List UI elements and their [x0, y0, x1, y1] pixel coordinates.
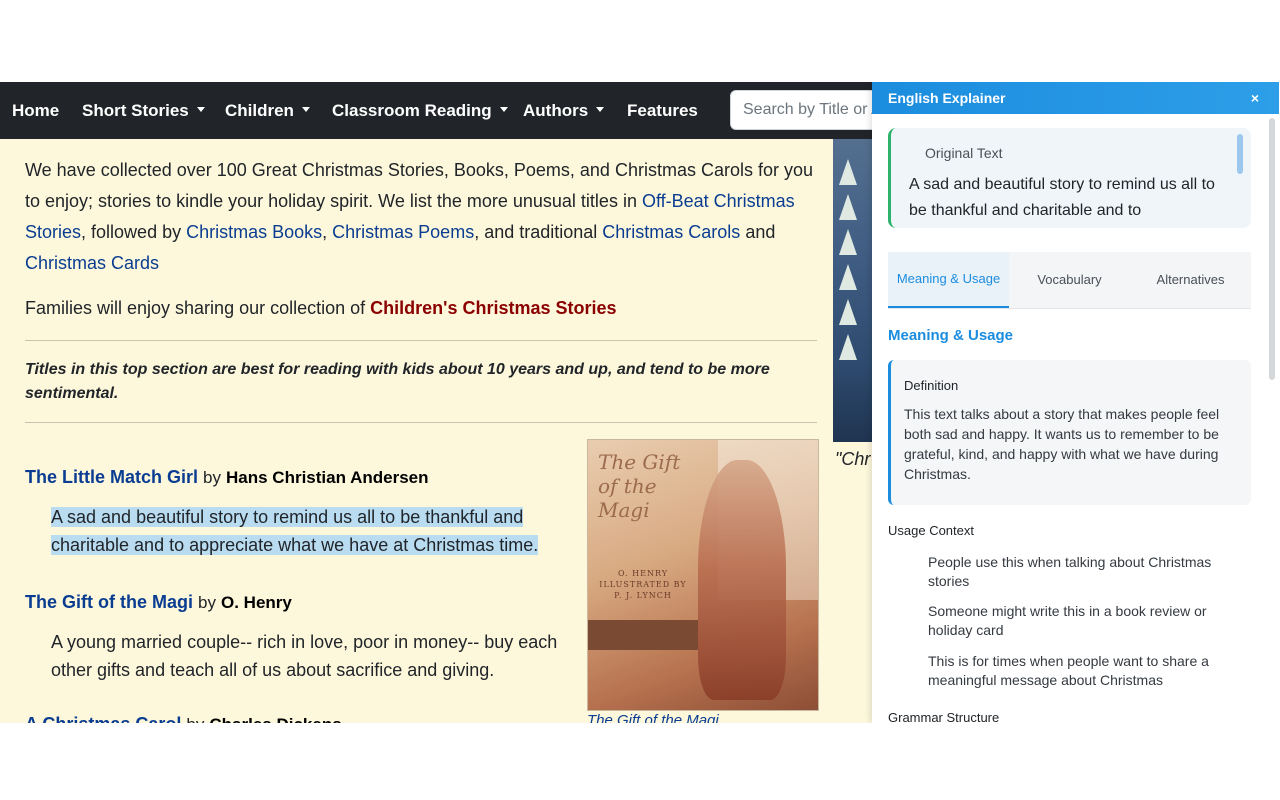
- cover-illustrated-by: ILLUSTRATED BY: [599, 580, 687, 589]
- chevron-down-icon: [596, 107, 605, 113]
- panel-header: English Explainer ×: [872, 82, 1279, 114]
- tree-shape: [839, 264, 857, 290]
- by-label: by: [203, 468, 221, 487]
- original-text-card: Original Text A sad and beautiful story …: [888, 128, 1251, 228]
- tab-vocabulary[interactable]: Vocabulary: [1009, 252, 1130, 308]
- story-description: A sad and beautiful story to remind us a…: [51, 503, 581, 559]
- cover-illustrator: P. J. LYNCH: [614, 591, 672, 600]
- story-description: A young married couple-- rich in love, p…: [51, 632, 558, 680]
- highlighted-selection[interactable]: A sad and beautiful story to remind us a…: [51, 507, 539, 555]
- english-explainer-panel: English Explainer × Original Text A sad …: [872, 82, 1280, 723]
- usage-context-label: Usage Context: [888, 523, 974, 538]
- cover-author: O. HENRY ILLUSTRATED BY P. J. LYNCH: [598, 568, 688, 601]
- story-heading: The Gift of the Magi by O. Henry: [25, 592, 292, 613]
- intro-text: ,: [322, 222, 333, 242]
- cover-author-name: O. HENRY: [617, 569, 669, 578]
- close-icon[interactable]: ×: [1251, 82, 1259, 115]
- nav-classroom-reading[interactable]: Classroom Reading: [332, 82, 508, 139]
- usage-item: Someone might write this in a book revie…: [928, 603, 1207, 638]
- panel-scrollbar[interactable]: [1269, 118, 1275, 380]
- tree-caption: "Chr: [835, 449, 871, 469]
- usage-item: This is for times when people want to sh…: [928, 653, 1209, 688]
- cover-caption[interactable]: The Gift of the Magi: [587, 712, 719, 723]
- nav-short-stories[interactable]: Short Stories: [82, 82, 205, 139]
- top-navbar: Home Short Stories Children Classroom Re…: [0, 82, 890, 139]
- tree-shape: [839, 334, 857, 360]
- nav-features[interactable]: Features: [627, 82, 698, 139]
- definition-text: This text talks about a story that makes…: [904, 406, 1220, 482]
- tree-shape: [839, 159, 857, 185]
- section-title: Meaning & Usage: [888, 327, 1014, 344]
- grammar-structure-label: Grammar Structure: [888, 710, 1000, 723]
- divider: [25, 340, 817, 341]
- tab-bar: Meaning & Usage Vocabulary Alternatives: [888, 252, 1251, 309]
- christmas-tree-image: [833, 139, 872, 442]
- families-text: Families will enjoy sharing our collecti…: [25, 298, 371, 318]
- definition-label: Definition: [904, 378, 959, 393]
- intro-text: and: [740, 222, 776, 242]
- nav-children-label: Children: [225, 101, 294, 120]
- story-author: Charles Dickens: [209, 715, 341, 723]
- tree-shape: [839, 229, 857, 255]
- tab-alternatives[interactable]: Alternatives: [1130, 252, 1251, 308]
- panel-title: English Explainer: [888, 90, 1006, 106]
- nav-short-stories-label: Short Stories: [82, 101, 189, 120]
- nav-features-label: Features: [627, 101, 698, 120]
- story-title-link[interactable]: The Little Match Girl: [25, 467, 198, 487]
- tree-shape: [839, 194, 857, 220]
- story-heading: A Christmas Carol by Charles Dickens: [25, 714, 342, 723]
- nav-authors-label: Authors: [523, 101, 589, 120]
- divider: [25, 422, 817, 423]
- usage-item: People use this when talking about Chris…: [928, 554, 1212, 589]
- families-paragraph: Families will enjoy sharing our collecti…: [25, 293, 815, 324]
- book-cover-image[interactable]: The Gift of the Magi O. HENRY ILLUSTRATED…: [587, 439, 819, 711]
- link-christmas-carols[interactable]: Christmas Carols: [602, 222, 740, 242]
- definition-card: Definition This text talks about a story…: [888, 360, 1251, 505]
- story-author: O. Henry: [221, 593, 292, 612]
- by-label: by: [198, 593, 216, 612]
- cover-table: [588, 620, 698, 650]
- cover-title: The Gift of the Magi: [598, 450, 681, 522]
- nav-home[interactable]: Home: [12, 82, 59, 139]
- nav-classroom-reading-label: Classroom Reading: [332, 101, 492, 120]
- link-christmas-poems[interactable]: Christmas Poems: [332, 222, 474, 242]
- chevron-down-icon: [196, 107, 205, 113]
- section-note: Titles in this top section are best for …: [25, 361, 770, 402]
- cover-figures: [698, 460, 786, 700]
- chevron-down-icon: [499, 107, 508, 113]
- intro-text: , and traditional: [474, 222, 603, 242]
- browser-viewport: Home Short Stories Children Classroom Re…: [0, 82, 1280, 723]
- story-title-link[interactable]: The Gift of the Magi: [25, 592, 193, 612]
- story-heading: The Little Match Girl by Hans Christian …: [25, 467, 429, 488]
- original-text-label: Original Text: [925, 145, 1003, 161]
- tab-meaning-usage[interactable]: Meaning & Usage: [888, 252, 1009, 308]
- intro-paragraph: We have collected over 100 Great Christm…: [25, 155, 815, 279]
- link-childrens-christmas-stories[interactable]: Children's Christmas Stories: [370, 298, 616, 318]
- chevron-down-icon: [301, 107, 310, 113]
- nav-children[interactable]: Children: [225, 82, 310, 139]
- by-label: by: [186, 715, 204, 723]
- nav-authors[interactable]: Authors: [523, 82, 605, 139]
- link-christmas-cards[interactable]: Christmas Cards: [25, 253, 159, 273]
- original-text: A sad and beautiful story to remind us a…: [909, 176, 1215, 219]
- story-author: Hans Christian Andersen: [226, 468, 429, 487]
- story-title-link[interactable]: A Christmas Carol: [25, 714, 181, 723]
- card-scrollbar[interactable]: [1237, 134, 1243, 174]
- nav-home-label: Home: [12, 101, 60, 120]
- intro-text: , followed by: [81, 222, 187, 242]
- tree-shape: [839, 299, 857, 325]
- search-input[interactable]: [730, 90, 890, 130]
- link-christmas-books[interactable]: Christmas Books: [186, 222, 322, 242]
